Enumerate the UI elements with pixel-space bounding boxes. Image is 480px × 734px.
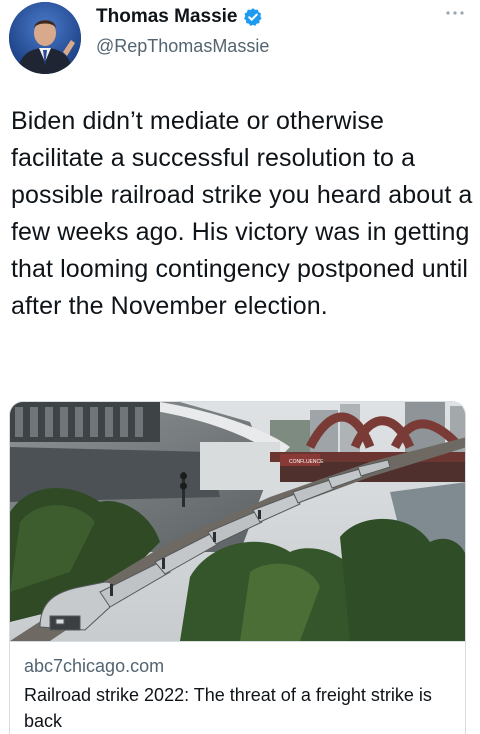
avatar-photo: [9, 2, 81, 74]
author-name[interactable]: Thomas Massie: [96, 6, 238, 28]
tweet-text: Biden didn’t mediate or otherwise facili…: [11, 107, 473, 320]
link-card-domain: abc7chicago.com: [24, 656, 165, 676]
link-card[interactable]: CONFLUENCE abc7chicago.com Railroad stri…: [9, 401, 466, 734]
more-dots-icon[interactable]: [444, 6, 466, 20]
author-row: Thomas Massie: [96, 6, 263, 28]
tweet-header: Thomas Massie @RepThomasMassie: [0, 0, 480, 80]
author-handle[interactable]: @RepThomasMassie: [96, 36, 269, 57]
link-card-title: Railroad strike 2022: The threat of a fr…: [24, 685, 432, 731]
bridge-sign-text: CONFLUENCE: [289, 459, 324, 465]
verified-badge-icon: [243, 7, 263, 27]
link-card-meta[interactable]: abc7chicago.com Railroad strike 2022: Th…: [10, 641, 465, 734]
avatar[interactable]: [9, 2, 81, 74]
link-card-image[interactable]: CONFLUENCE: [10, 402, 465, 641]
